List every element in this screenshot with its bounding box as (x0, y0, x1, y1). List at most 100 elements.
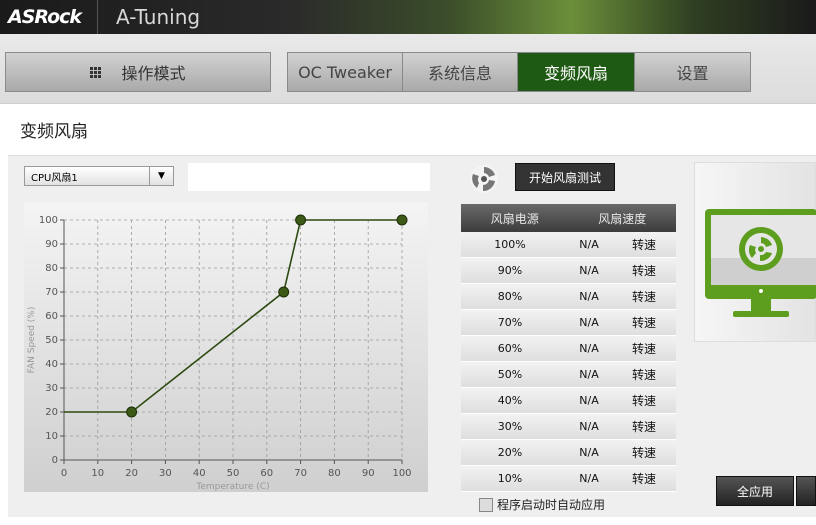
secondary-button[interactable] (796, 476, 816, 506)
row-power: 100% (494, 238, 526, 251)
row-unit: 转速 (631, 420, 656, 434)
y-tick-label: 20 (45, 407, 58, 418)
row-speed: N/A (579, 290, 599, 303)
fan-curve-svg: 0 10 20 30 40 50 60 70 80 90 100 0 10 20 30 40 50 60 70 80 9… (27, 214, 412, 492)
x-tick-label: 40 (193, 468, 206, 479)
table-row: 10% N/A 转速 (461, 466, 676, 492)
row-power: 70% (497, 316, 523, 329)
x-tick-label: 20 (125, 468, 138, 479)
page-title: 变频风扇 (20, 122, 88, 142)
x-tick-label: 30 (159, 468, 172, 479)
x-tick-label: 0 (61, 468, 67, 479)
row-power: 40% (497, 394, 523, 407)
y-tick-label: 60 (45, 311, 58, 322)
x-axis-label: Temperature (C) (195, 482, 269, 492)
row-unit: 转速 (631, 368, 656, 382)
table-row: 30% N/A 转速 (461, 414, 676, 440)
y-tick-label: 10 (45, 431, 58, 442)
row-unit: 转速 (631, 316, 656, 330)
table-row: 50% N/A 转速 (461, 362, 676, 388)
x-tick-label: 70 (294, 468, 307, 479)
chevron-down-icon[interactable]: ▼ (149, 167, 173, 185)
title-bar: ASRock A-Tuning (0, 0, 816, 34)
row-unit: 转速 (631, 238, 656, 252)
operation-mode-button[interactable]: 操作模式 (5, 52, 271, 92)
asrock-logo: ASRock (8, 6, 82, 28)
operation-mode-label: 操作模式 (121, 64, 186, 83)
tab-fan-tuning[interactable]: 变频风扇 (518, 53, 635, 91)
x-tick-label: 60 (260, 468, 273, 479)
row-power: 60% (497, 342, 523, 355)
table-row: 70% N/A 转速 (461, 310, 676, 336)
row-speed: N/A (579, 394, 599, 407)
y-tick-label: 90 (45, 239, 58, 250)
tab-settings[interactable]: 设置 (635, 53, 750, 91)
table-header: 风扇电源 风扇速度 (461, 204, 676, 232)
start-fan-test-button[interactable]: 开始风扇测试 (515, 163, 615, 191)
x-tick-label: 50 (227, 468, 240, 479)
fan-curve-chart: 0 10 20 30 40 50 60 70 80 90 100 0 10 20 30 40 50 60 70 80 9… (24, 202, 428, 492)
row-speed: N/A (579, 264, 599, 277)
row-speed: N/A (579, 446, 599, 459)
grid-icon (90, 66, 102, 78)
fan-info-area (188, 163, 430, 191)
row-power: 20% (497, 446, 523, 459)
title-divider (97, 0, 98, 34)
row-power: 50% (497, 368, 523, 381)
table-row: 90% N/A 转速 (461, 258, 676, 284)
table-row: 20% N/A 转速 (461, 440, 676, 466)
y-axis-label: FAN Speed (%) (27, 307, 37, 374)
auto-apply-option[interactable]: 程序启动时自动应用 (479, 496, 605, 513)
monitor-icon (705, 209, 816, 317)
row-unit: 转速 (631, 472, 656, 486)
y-tick-label: 0 (52, 455, 58, 466)
control-point (396, 214, 408, 226)
header-fan-power: 风扇电源 (490, 211, 539, 226)
row-speed: N/A (579, 472, 599, 485)
row-unit: 转速 (631, 446, 656, 460)
auto-apply-label: 程序启动时自动应用 (497, 498, 606, 512)
row-speed: N/A (579, 238, 599, 251)
x-tick-label: 80 (328, 468, 341, 479)
fan-select[interactable]: CPU风扇1 ▼ (24, 166, 174, 186)
y-tick-label: 40 (45, 359, 58, 370)
row-power: 10% (497, 472, 523, 485)
control-point (278, 286, 290, 298)
tab-system-info[interactable]: 系统信息 (403, 53, 518, 91)
y-tick-label: 70 (45, 287, 58, 298)
row-speed: N/A (579, 368, 599, 381)
row-unit: 转速 (631, 264, 656, 278)
y-tick-label: 30 (45, 383, 58, 394)
app-title: A-Tuning (116, 5, 201, 29)
table-row: 100% N/A 转速 (461, 232, 676, 258)
navigation-bar: 操作模式 OC Tweaker 系统信息 变频风扇 设置 (0, 34, 816, 104)
y-tick-label: 100 (39, 215, 58, 226)
row-speed: N/A (579, 316, 599, 329)
main-tabs: OC Tweaker 系统信息 变频风扇 设置 (287, 52, 751, 92)
table-row: 40% N/A 转速 (461, 388, 676, 414)
row-power: 80% (497, 290, 523, 303)
apply-all-button[interactable]: 全应用 (716, 476, 794, 506)
side-panel (694, 162, 816, 342)
y-tick-label: 50 (45, 335, 58, 346)
fan-icon (470, 165, 498, 193)
table-row: 80% N/A 转速 (461, 284, 676, 310)
control-point (126, 406, 138, 418)
fan-speed-table: 风扇电源 风扇速度 100% N/A 转速 90% N/A 转速 80% N/A 转速 70% N/… (461, 204, 676, 492)
auto-apply-checkbox[interactable] (479, 497, 493, 512)
row-power: 30% (497, 420, 523, 433)
tab-oc-tweaker[interactable]: OC Tweaker (288, 53, 403, 91)
fan-select-value: CPU风扇1 (31, 173, 78, 184)
table-row: 60% N/A 转速 (461, 336, 676, 362)
header-fan-speed: 风扇速度 (598, 211, 647, 226)
control-point (295, 214, 307, 226)
y-tick-label: 80 (45, 263, 58, 274)
x-tick-label: 10 (91, 468, 104, 479)
x-tick-label: 100 (392, 468, 411, 479)
row-power: 90% (497, 264, 523, 277)
row-speed: N/A (579, 420, 599, 433)
x-tick-label: 90 (362, 468, 375, 479)
row-unit: 转速 (631, 290, 656, 304)
row-speed: N/A (579, 342, 599, 355)
row-unit: 转速 (631, 342, 656, 356)
